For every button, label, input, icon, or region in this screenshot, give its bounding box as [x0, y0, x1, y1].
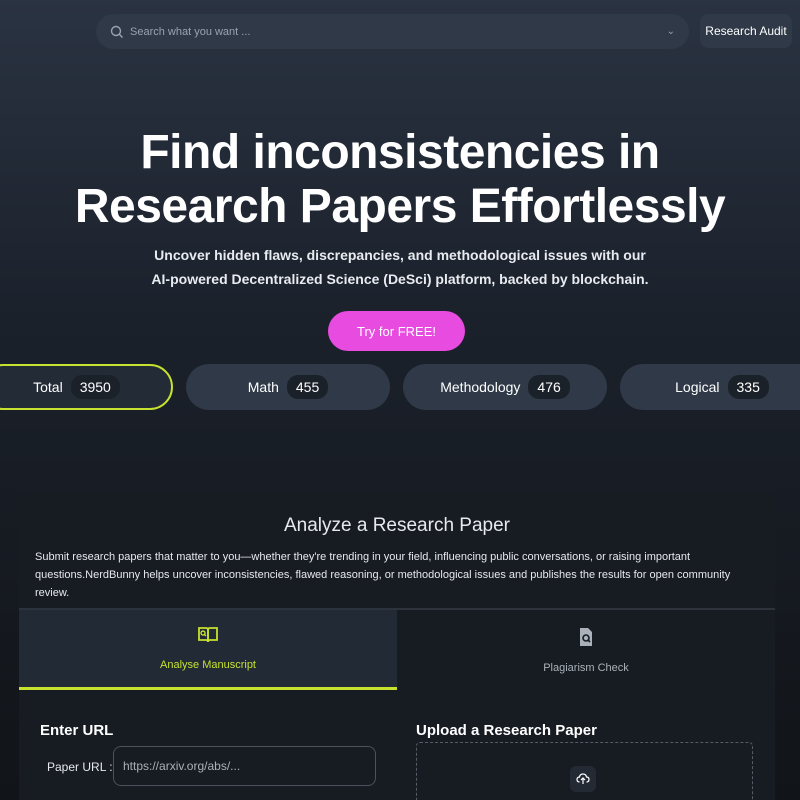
url-heading: Enter URL: [40, 722, 114, 739]
stat-methodology[interactable]: Methodology 476: [403, 364, 607, 410]
search-bar[interactable]: ⌄: [96, 14, 689, 49]
analyze-panel: Analyze a Research Paper Submit research…: [19, 492, 775, 800]
top-bar: ⌄ Research Audit: [96, 14, 792, 50]
stat-total[interactable]: Total 3950: [0, 364, 173, 410]
tab-label: Plagiarism Check: [543, 661, 629, 674]
stat-math[interactable]: Math 455: [186, 364, 390, 410]
panel-description: Submit research papers that matter to yo…: [35, 551, 731, 599]
stat-count: 3950: [70, 375, 120, 399]
stat-label: Math: [247, 379, 279, 395]
try-free-button[interactable]: Try for FREE!: [328, 311, 465, 351]
search-icon: [110, 25, 124, 39]
book-icon: [197, 626, 219, 647]
research-audit-button[interactable]: Research Audit: [700, 14, 792, 48]
stat-label: Logical: [675, 379, 720, 395]
upload-dropzone[interactable]: [416, 742, 753, 800]
hero-title-line-2: Research Papers Effortlessly: [74, 180, 726, 233]
hero-title-line-1: Find inconsistencies in: [140, 126, 660, 179]
search-input[interactable]: [130, 25, 667, 38]
paper-url-input[interactable]: [113, 746, 376, 786]
stat-count: 335: [727, 375, 769, 399]
cloud-upload-icon[interactable]: [570, 766, 596, 792]
tab-label: Analyse Manuscript: [160, 659, 256, 671]
stat-label: Total: [33, 379, 63, 395]
hero-subtitle: Uncover hidden flaws, discrepancies, and…: [151, 247, 649, 287]
file-search-icon: [578, 627, 594, 650]
paper-url-label: Paper URL :: [47, 760, 113, 774]
tab-analyse-manuscript[interactable]: Analyse Manuscript: [19, 610, 397, 690]
stat-count: 476: [528, 375, 570, 399]
stat-label: Methodology: [440, 379, 521, 395]
stat-count: 455: [286, 375, 329, 399]
panel-title: Analyze a Research Paper: [283, 515, 510, 536]
upload-heading: Upload a Research Paper: [416, 722, 597, 739]
hero-title: Find inconsistencies in Research Papers …: [0, 126, 800, 234]
tab-plagiarism-check[interactable]: Plagiarism Check: [397, 610, 775, 690]
chevron-down-icon[interactable]: ⌄: [667, 26, 675, 37]
stat-logical[interactable]: Logical 335: [620, 364, 800, 410]
